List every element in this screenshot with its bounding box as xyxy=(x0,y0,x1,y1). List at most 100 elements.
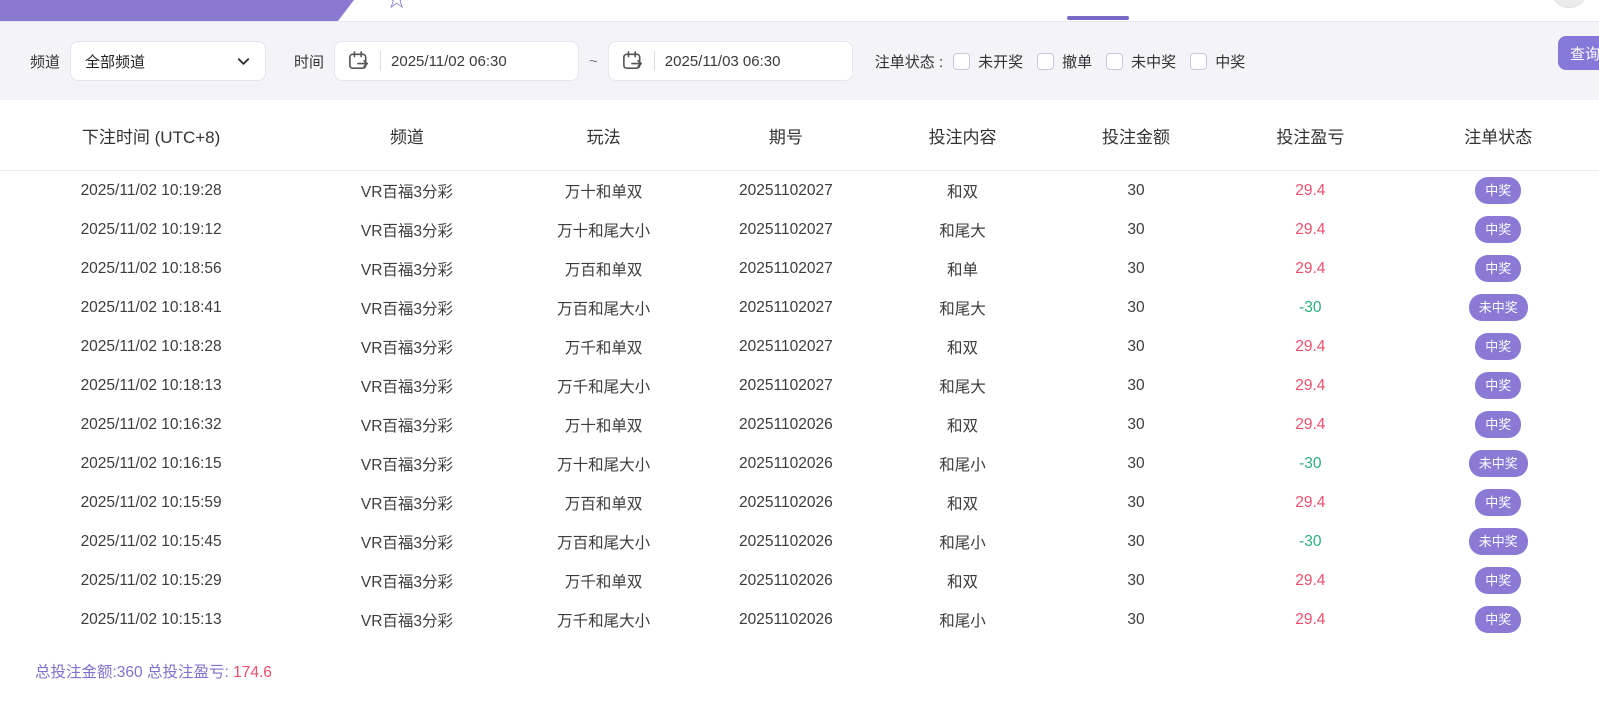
checkbox-icon[interactable] xyxy=(1106,52,1124,70)
cell-channel: VR百福3分彩 xyxy=(360,339,454,357)
cell-play-type: 万百和单双 xyxy=(564,261,643,279)
cell-bet-time: 2025/11/02 10:18:56 xyxy=(80,259,222,277)
cell-bet-time: 2025/11/02 10:16:32 xyxy=(80,415,222,433)
calendar-icon xyxy=(621,50,644,73)
cell-bet-amount: 30 xyxy=(1127,610,1145,628)
status-checkbox[interactable]: 中奖 xyxy=(1190,51,1245,72)
cell-profit: -30 xyxy=(1299,532,1322,550)
cell-issue-number: 20251102027 xyxy=(739,376,833,394)
cell-bet-content: 和双 xyxy=(947,183,979,201)
status-badge[interactable]: 未中奖 xyxy=(1468,294,1528,321)
date-from-value: 2025/11/02 06:30 xyxy=(391,52,507,70)
checkbox-label: 未开奖 xyxy=(978,53,1024,71)
table-row: 2025/11/02 10:16:32 VR百福3分彩 万十和单双 202511… xyxy=(0,405,1599,444)
avatar[interactable] xyxy=(1551,0,1587,8)
cell-issue-number: 20251102026 xyxy=(739,571,833,589)
cell-profit: 29.4 xyxy=(1295,337,1326,355)
status-badge[interactable]: 中奖 xyxy=(1475,216,1522,243)
cell-issue-number: 20251102026 xyxy=(739,532,833,550)
status-filter-label: 注单状态 : xyxy=(874,53,944,71)
bet-records-table: 下注时间 (UTC+8) 频道 玩法 期号 投注内容 投注金额 投注盈亏 注单状态 2025/… xyxy=(0,100,1599,639)
cell-profit: 29.4 xyxy=(1295,220,1326,238)
column-header: 频道 xyxy=(389,127,424,147)
cell-bet-amount: 30 xyxy=(1127,415,1145,433)
tab-active-indicator[interactable] xyxy=(1067,16,1129,20)
cell-status: 中奖 xyxy=(1397,606,1598,633)
status-badge[interactable]: 中奖 xyxy=(1475,255,1522,282)
cell-profit: 29.4 xyxy=(1295,259,1326,277)
cell-bet-amount: 30 xyxy=(1127,493,1145,511)
status-badge[interactable]: 中奖 xyxy=(1475,177,1522,204)
column-header: 投注内容 xyxy=(928,127,997,147)
cell-play-type: 万十和尾大小 xyxy=(557,456,651,474)
checkbox-label: 未中奖 xyxy=(1131,53,1177,71)
cell-issue-number: 20251102027 xyxy=(739,259,833,277)
cell-profit: 29.4 xyxy=(1295,181,1326,199)
totals-label: 总投注金额:360 总投注盈亏: xyxy=(35,664,229,681)
channel-select-value: 全部频道 xyxy=(85,53,146,71)
cell-status: 未中奖 xyxy=(1397,528,1598,555)
status-badge[interactable]: 中奖 xyxy=(1475,411,1522,438)
active-tab-shape[interactable] xyxy=(0,0,354,21)
status-badge[interactable]: 中奖 xyxy=(1475,606,1522,633)
table-row: 2025/11/02 10:15:45 VR百福3分彩 万百和尾大小 20251… xyxy=(0,522,1599,561)
checkbox-icon[interactable] xyxy=(1190,52,1208,70)
cell-bet-content: 和双 xyxy=(947,495,979,513)
cell-profit: 29.4 xyxy=(1295,493,1326,511)
date-to-input[interactable]: 2025/11/03 06:30 xyxy=(607,41,853,81)
status-badge[interactable]: 中奖 xyxy=(1475,333,1522,360)
status-badge[interactable]: 未中奖 xyxy=(1468,450,1528,477)
cell-bet-content: 和尾小 xyxy=(939,456,986,474)
cell-issue-number: 20251102027 xyxy=(739,337,833,355)
cell-bet-amount: 30 xyxy=(1127,337,1145,355)
cell-bet-time: 2025/11/02 10:18:13 xyxy=(80,376,222,394)
input-divider xyxy=(380,51,382,71)
date-from-input[interactable]: 2025/11/02 06:30 xyxy=(334,41,580,81)
status-checkbox[interactable]: 未中奖 xyxy=(1106,51,1176,72)
checkbox-icon[interactable] xyxy=(953,52,971,70)
cell-channel: VR百福3分彩 xyxy=(360,573,454,591)
channel-select[interactable]: 全部频道 xyxy=(70,41,267,81)
status-badge[interactable]: 中奖 xyxy=(1475,372,1522,399)
cell-bet-amount: 30 xyxy=(1127,532,1145,550)
table-row: 2025/11/02 10:18:56 VR百福3分彩 万百和单双 202511… xyxy=(0,249,1599,288)
cell-bet-time: 2025/11/02 10:15:45 xyxy=(80,532,222,550)
cell-profit: 29.4 xyxy=(1295,571,1326,589)
checkbox-icon[interactable] xyxy=(1037,52,1055,70)
status-badge[interactable]: 中奖 xyxy=(1475,567,1522,594)
cell-bet-amount: 30 xyxy=(1127,220,1145,238)
cell-bet-time: 2025/11/02 10:15:29 xyxy=(80,571,222,589)
cell-bet-content: 和尾大 xyxy=(939,222,986,240)
input-divider xyxy=(653,51,655,71)
cell-issue-number: 20251102026 xyxy=(739,610,833,628)
cell-status: 中奖 xyxy=(1397,489,1598,516)
table-header-row: 下注时间 (UTC+8) 频道 玩法 期号 投注内容 投注金额 投注盈亏 注单状态 xyxy=(0,100,1599,171)
cell-bet-amount: 30 xyxy=(1127,454,1145,472)
cell-status: 未中奖 xyxy=(1397,294,1598,321)
cell-profit: 29.4 xyxy=(1295,415,1326,433)
cell-play-type: 万百和单双 xyxy=(564,495,643,513)
status-checkbox[interactable]: 撤单 xyxy=(1037,51,1092,72)
cell-channel: VR百福3分彩 xyxy=(360,378,454,396)
search-button[interactable]: 查询 xyxy=(1558,36,1599,70)
status-badge[interactable]: 中奖 xyxy=(1475,489,1522,516)
totals-summary: 总投注金额:360 总投注盈亏: 174.6 xyxy=(35,660,272,682)
table-body: 2025/11/02 10:19:28 VR百福3分彩 万十和单双 202511… xyxy=(0,171,1599,639)
cell-channel: VR百福3分彩 xyxy=(360,534,454,552)
status-checkbox[interactable]: 未开奖 xyxy=(953,51,1023,72)
column-header: 投注金额 xyxy=(1102,127,1171,147)
cell-bet-content: 和双 xyxy=(947,417,979,435)
status-badge[interactable]: 未中奖 xyxy=(1468,528,1528,555)
table-row: 2025/11/02 10:15:29 VR百福3分彩 万千和单双 202511… xyxy=(0,561,1599,600)
cell-status: 中奖 xyxy=(1397,567,1598,594)
cell-channel: VR百福3分彩 xyxy=(360,300,454,318)
table-row: 2025/11/02 10:15:13 VR百福3分彩 万千和尾大小 20251… xyxy=(0,600,1599,639)
cell-status: 中奖 xyxy=(1397,333,1598,360)
cell-bet-amount: 30 xyxy=(1127,259,1145,277)
cell-bet-amount: 30 xyxy=(1127,298,1145,316)
cell-bet-time: 2025/11/02 10:18:41 xyxy=(80,298,222,316)
cell-bet-time: 2025/11/02 10:18:28 xyxy=(80,337,222,355)
cell-play-type: 万十和尾大小 xyxy=(557,222,651,240)
checkbox-label: 中奖 xyxy=(1215,53,1246,71)
calendar-icon xyxy=(347,50,370,73)
